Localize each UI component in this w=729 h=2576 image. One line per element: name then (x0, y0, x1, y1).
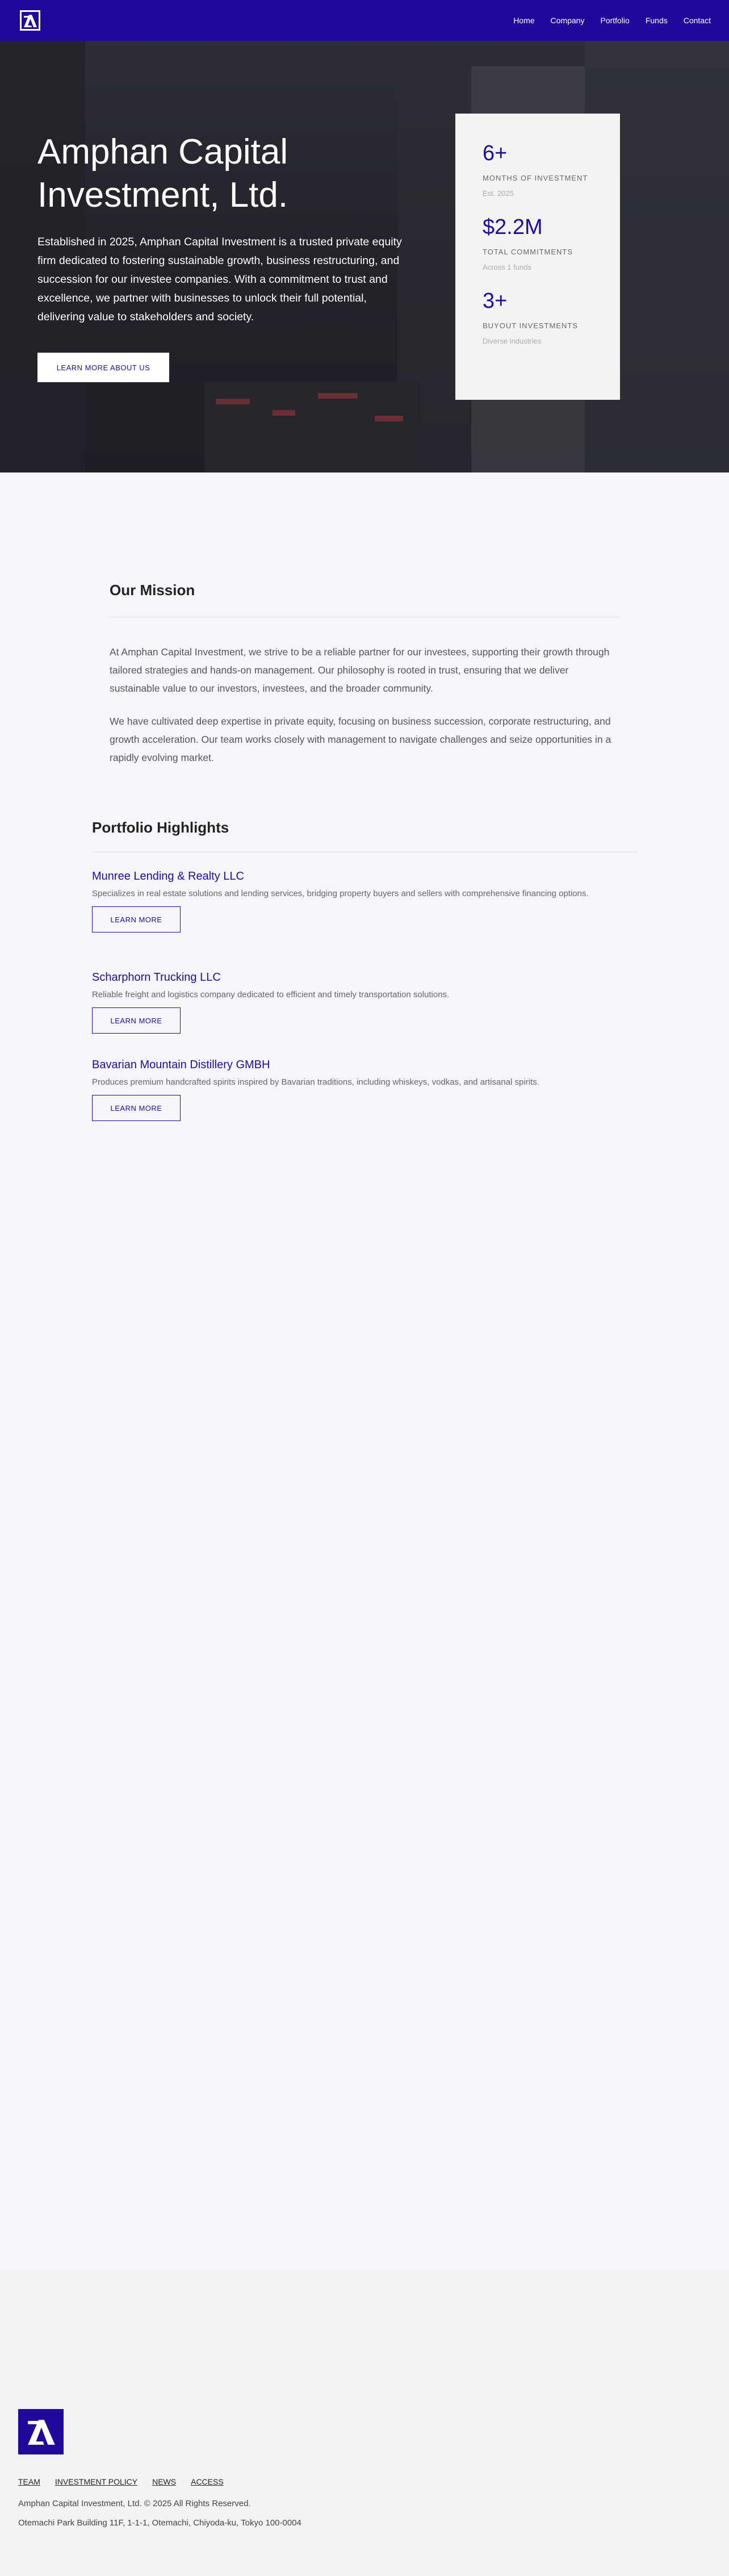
learn-more-about-us-button[interactable]: LEARN MORE ABOUT US (37, 353, 169, 382)
footer-copyright: Amphan Capital Investment, Ltd. © 2025 A… (18, 2499, 251, 2508)
portfolio-item: Bavarian Mountain Distillery GMBH Produc… (92, 1057, 637, 1121)
learn-more-button[interactable]: LEARN MORE (92, 1007, 181, 1034)
footer-link-team[interactable]: TEAM (18, 2477, 40, 2486)
stat-value: 6+ (483, 141, 508, 165)
portfolio-item-name: Bavarian Mountain Distillery GMBH (92, 1059, 270, 1071)
stat-label: TOTAL COMMITMENTS (483, 248, 573, 256)
stat-value: $2.2M (483, 215, 543, 239)
stat-commitments: $2.2M TOTAL COMMITMENTS Across 1 funds (483, 215, 593, 271)
logo-icon[interactable] (18, 9, 42, 32)
portfolio-item-description: Produces premium handcrafted spirits ins… (92, 1077, 539, 1087)
amphan-logo-icon (18, 2409, 64, 2454)
site-footer: TEAM INVESTMENT POLICY NEWS ACCESS Ampha… (0, 2269, 729, 2576)
portfolio-item-description: Specializes in real estate solutions and… (92, 889, 589, 898)
nav-home[interactable]: Home (513, 16, 534, 25)
nav-contact[interactable]: Contact (684, 16, 711, 25)
learn-more-button[interactable]: LEARN MORE (92, 906, 181, 932)
stat-months: 6+ MONTHS OF INVESTMENT Est. 2025 (483, 141, 593, 198)
learn-more-button[interactable]: LEARN MORE (92, 1095, 181, 1121)
main-nav: Home Company Portfolio Funds Contact (513, 16, 711, 25)
nav-company[interactable]: Company (551, 16, 585, 25)
portfolio-item: Scharphorn Trucking LLC Reliable freight… (92, 970, 637, 1034)
footer-link-investment-policy[interactable]: INVESTMENT POLICY (55, 2477, 137, 2486)
footer-links: TEAM INVESTMENT POLICY NEWS ACCESS (18, 2477, 224, 2486)
nav-portfolio[interactable]: Portfolio (600, 16, 629, 25)
portfolio-item-name: Scharphorn Trucking LLC (92, 971, 221, 984)
footer-logo-icon[interactable] (18, 2409, 64, 2454)
footer-address: Otemachi Park Building 11F, 1-1-1, Otema… (18, 2518, 301, 2528)
footer-link-access[interactable]: ACCESS (191, 2477, 224, 2486)
stat-subtext: Est. 2025 (483, 189, 514, 198)
stat-subtext: Diverse industries (483, 337, 542, 345)
mission-paragraph: At Amphan Capital Investment, we strive … (110, 646, 610, 694)
stat-subtext: Across 1 funds (483, 263, 531, 271)
hero-description: Established in 2025, Amphan Capital Inve… (37, 236, 402, 323)
stat-label: MONTHS OF INVESTMENT (483, 174, 588, 182)
hero-section: Amphan Capital Investment, Ltd. Establis… (0, 41, 729, 472)
nav-funds[interactable]: Funds (646, 16, 668, 25)
amphan-logo-icon (18, 9, 42, 32)
stats-card: 6+ MONTHS OF INVESTMENT Est. 2025 $2.2M … (455, 114, 620, 400)
portfolio-title: Portfolio Highlights (92, 819, 229, 836)
footer-link-news[interactable]: NEWS (152, 2477, 176, 2486)
portfolio-item-name: Munree Lending & Realty LLC (92, 870, 244, 883)
stat-label: BUYOUT INVESTMENTS (483, 321, 579, 330)
portfolio-item-description: Reliable freight and logistics company d… (92, 990, 450, 1000)
stat-buyouts: 3+ BUYOUT INVESTMENTS Diverse industries (483, 288, 593, 345)
mission-paragraph: We have cultivated deep expertise in pri… (110, 716, 611, 763)
stat-value: 3+ (483, 289, 508, 313)
hero-title: Amphan Capital Investment, Ltd. (37, 132, 288, 215)
portfolio-item: Munree Lending & Realty LLC Specializes … (92, 869, 637, 932)
site-header: Home Company Portfolio Funds Contact (0, 0, 729, 41)
mission-title: Our Mission (110, 582, 195, 599)
